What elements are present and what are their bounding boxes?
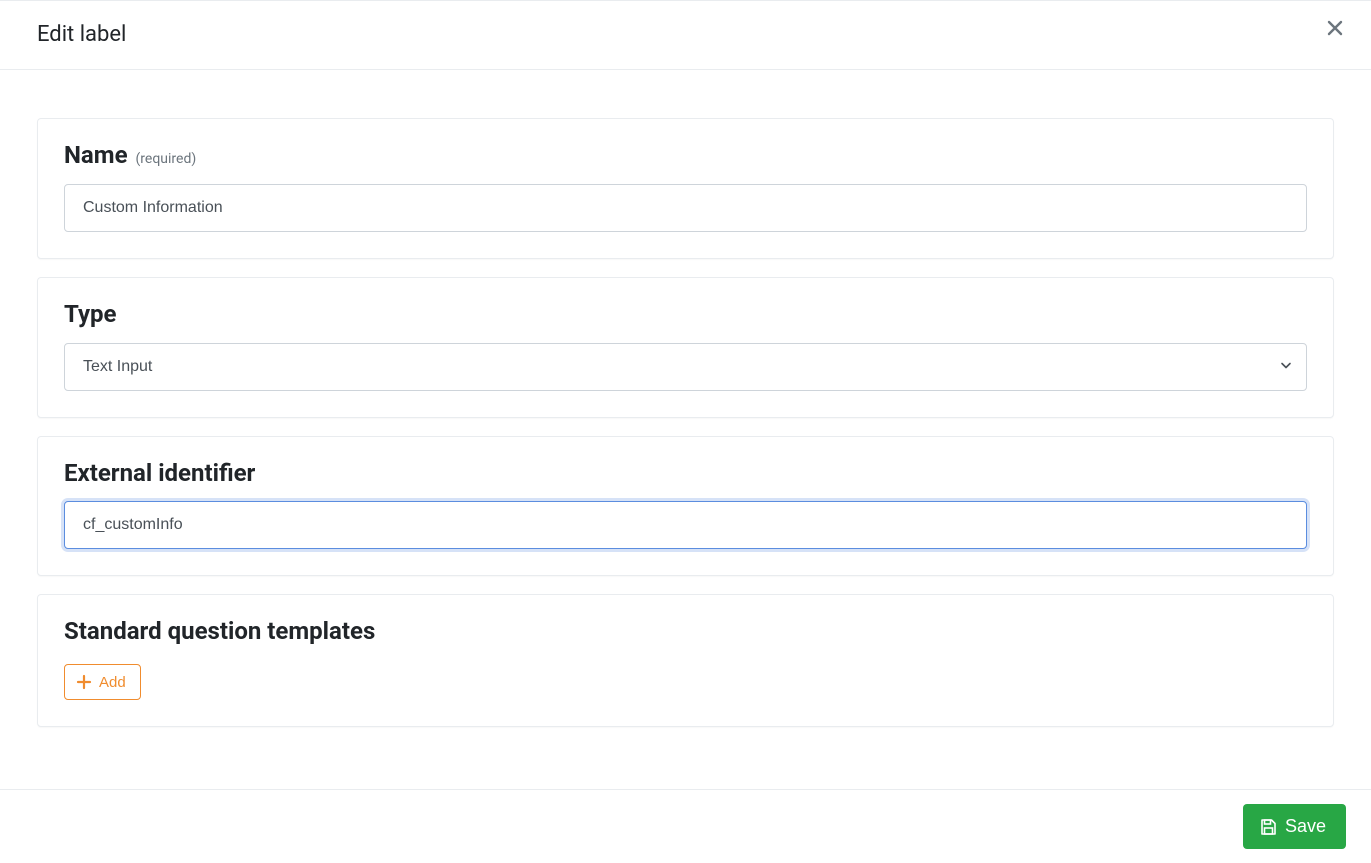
modal-body: Name (required) Type Text Input External… [0,70,1371,765]
type-card: Type Text Input [37,277,1334,418]
modal-header: Edit label [0,0,1371,70]
save-button-label: Save [1285,816,1326,837]
name-required-suffix: (required) [136,151,197,167]
save-button[interactable]: Save [1243,804,1346,849]
templates-heading: Standard question templates [64,617,1307,646]
modal-footer: Save [0,789,1371,863]
type-select[interactable]: Text Input [64,343,1307,391]
save-icon [1259,818,1277,836]
templates-card: Standard question templates Add [37,594,1334,727]
external-identifier-input[interactable] [64,501,1307,549]
close-button[interactable] [1323,11,1347,45]
external-identifier-card: External identifier [37,436,1334,577]
add-template-label: Add [99,674,126,691]
external-identifier-heading: External identifier [64,459,1307,488]
plus-icon [75,673,93,691]
type-heading: Type [64,300,1307,329]
name-input[interactable] [64,184,1307,232]
name-label: Name [64,141,128,169]
type-select-wrap: Text Input [64,343,1307,391]
add-template-button[interactable]: Add [64,664,141,700]
name-heading: Name (required) [64,141,1307,170]
close-icon [1327,13,1343,43]
modal-title: Edit label [37,22,126,47]
name-card: Name (required) [37,118,1334,259]
